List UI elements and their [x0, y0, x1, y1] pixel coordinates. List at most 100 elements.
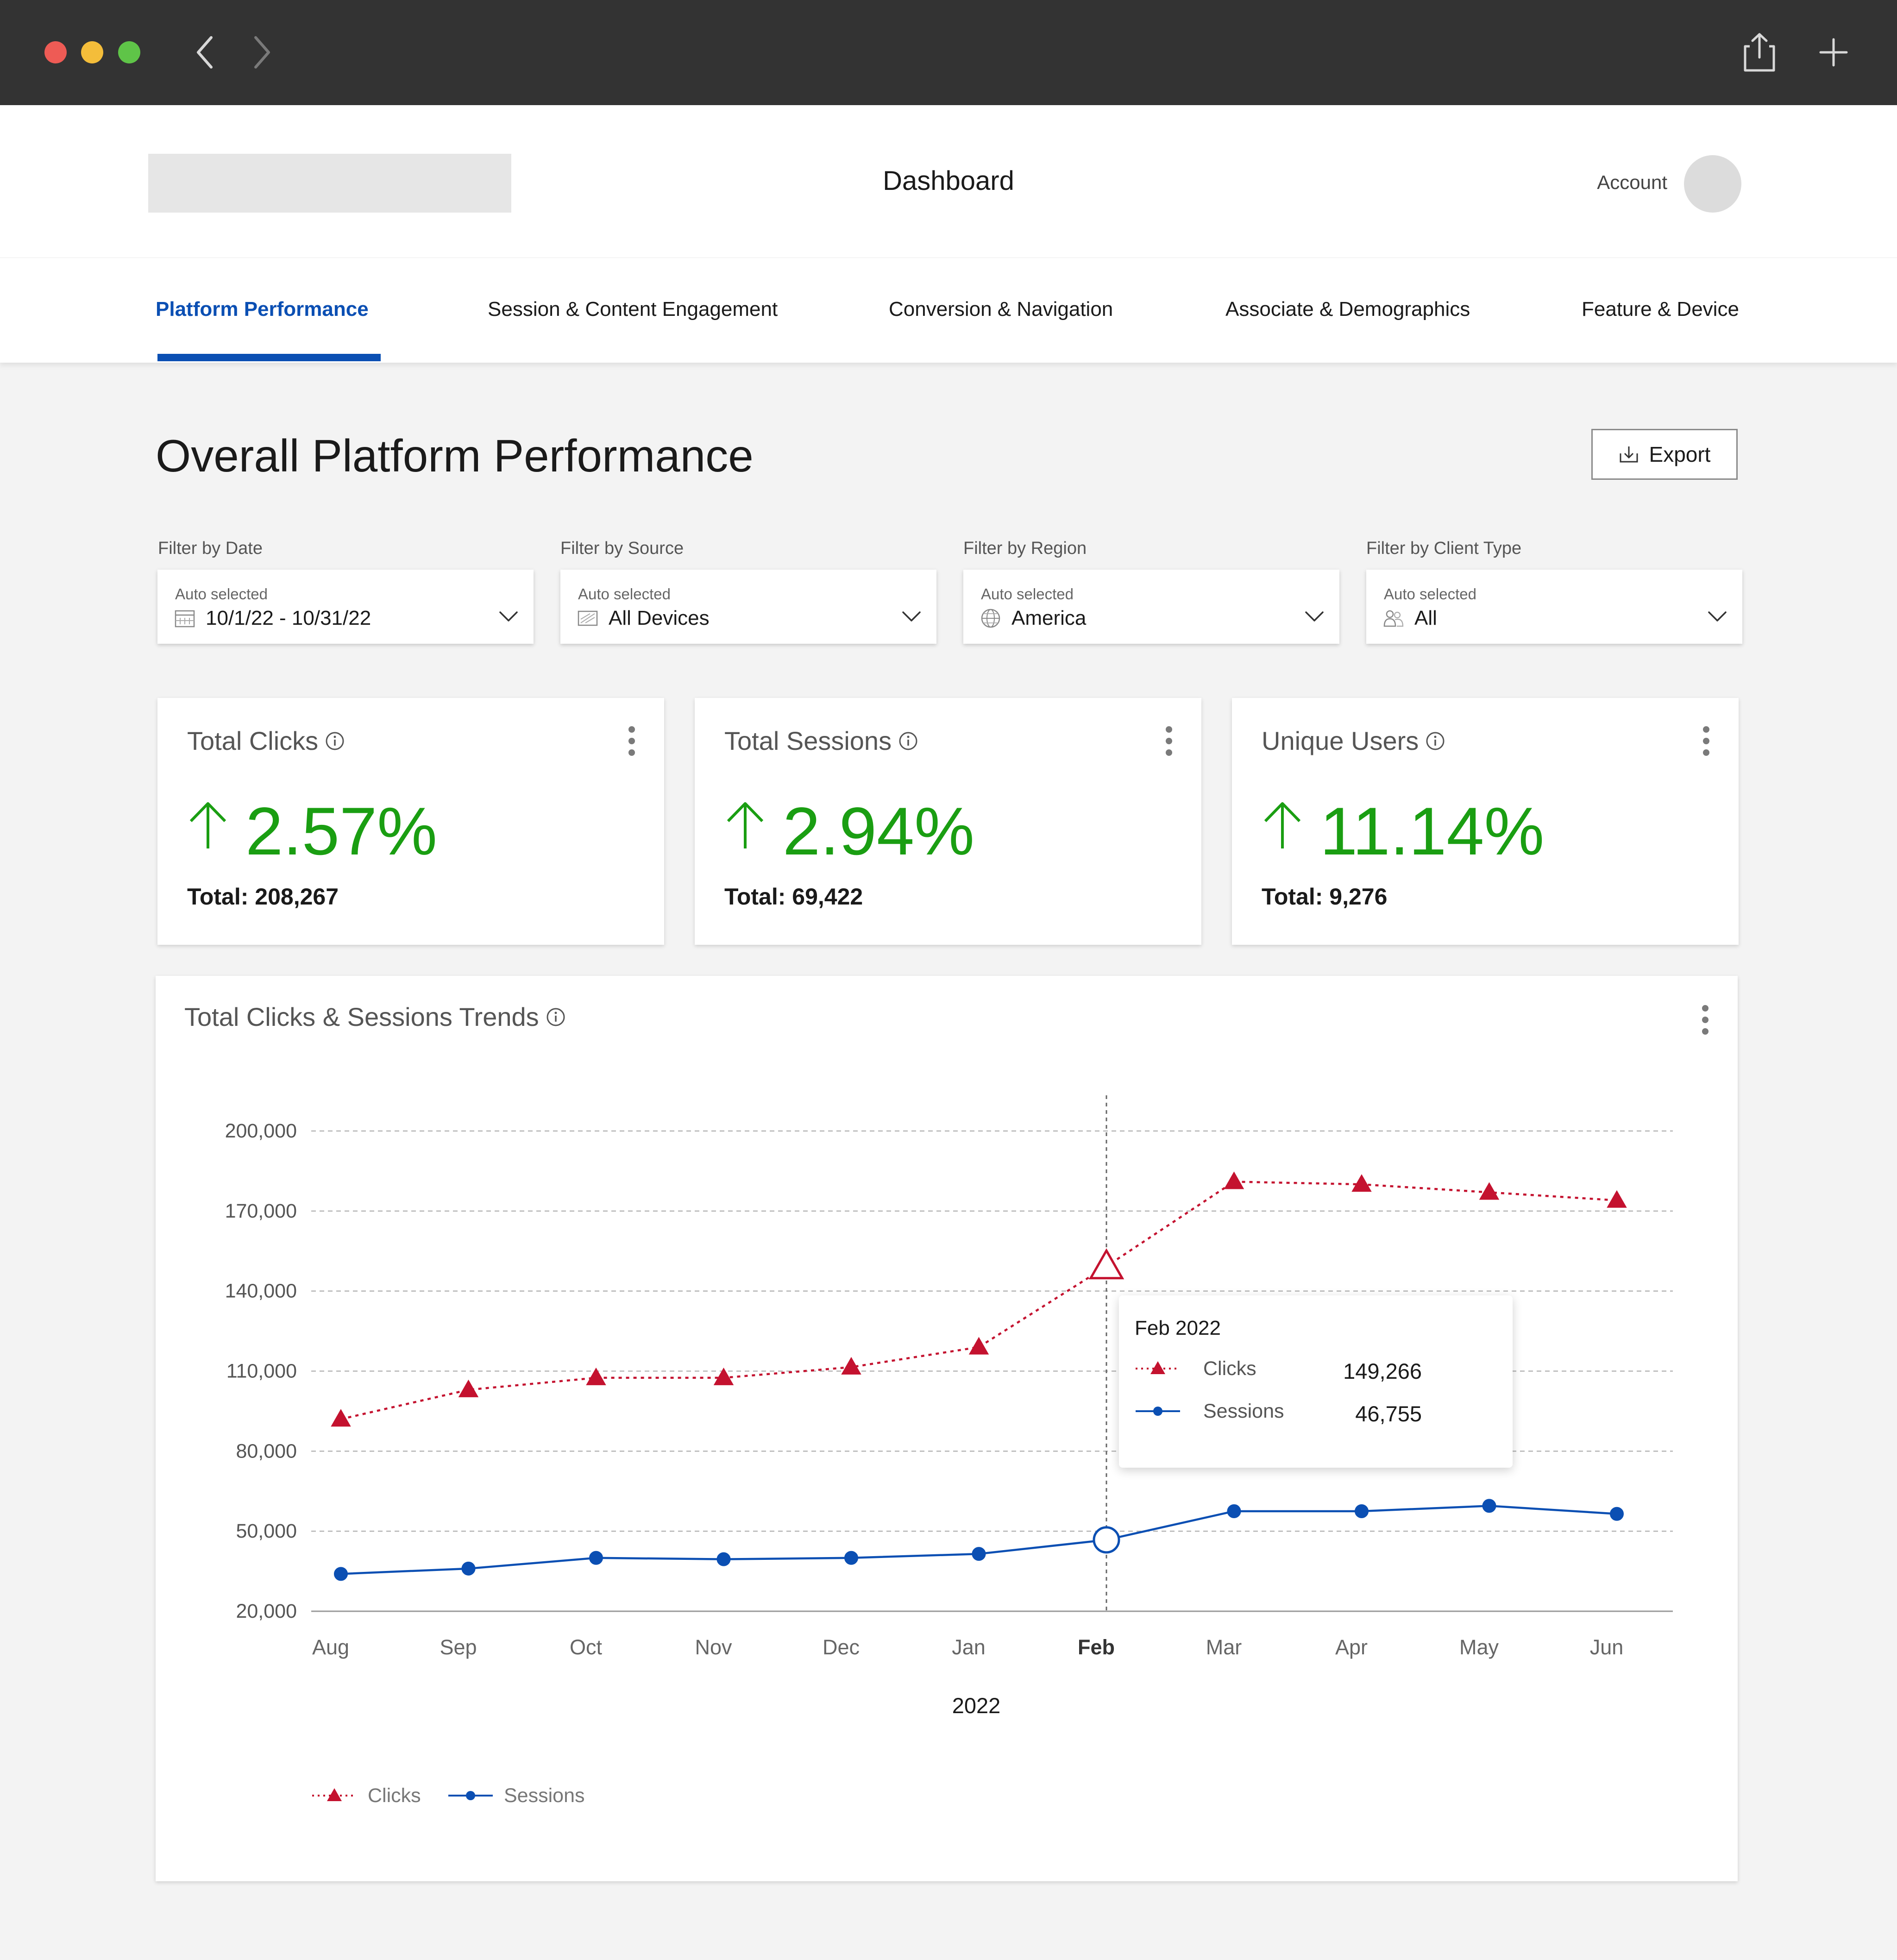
sessions-data-point: [1610, 1507, 1624, 1521]
y-tick-label: 80,000: [236, 1440, 297, 1462]
avatar[interactable]: [1684, 155, 1741, 213]
sessions-data-point: [1355, 1504, 1369, 1518]
sessions-legend-icon: [448, 1791, 493, 1800]
clicks-legend-icon: [312, 1788, 357, 1801]
tab-associate-demographics[interactable]: Associate & Demographics: [1225, 298, 1470, 321]
legend-item-clicks[interactable]: Clicks: [311, 1782, 421, 1809]
maximize-window-button[interactable]: [118, 41, 140, 63]
filter-source-value: All Devices: [609, 607, 710, 629]
kpi-change-value: 11.14%: [1320, 793, 1545, 869]
new-tab-button[interactable]: [1814, 32, 1853, 72]
chevron-right-icon: [254, 36, 270, 69]
tooltip-title: Feb 2022: [1135, 1317, 1221, 1339]
tab-feature-device[interactable]: Feature & Device: [1582, 298, 1739, 321]
y-tick-label: 170,000: [225, 1200, 297, 1222]
devices-icon: [578, 610, 598, 626]
kpi-title: Total Clicks: [187, 726, 319, 755]
x-tick-label: Aug: [312, 1635, 349, 1659]
filter-source-label: Filter by Source: [560, 539, 684, 558]
sessions-data-point: [1482, 1499, 1496, 1513]
clicks-data-point: [968, 1337, 989, 1355]
tooltip-series-value: 149,266: [1343, 1359, 1422, 1383]
filter-source-select[interactable]: Auto selected All Devices: [560, 570, 936, 644]
filter-auto-label: Auto selected: [1384, 585, 1476, 603]
legend-item-sessions[interactable]: Sessions: [447, 1782, 584, 1809]
y-tick-label: 110,000: [226, 1360, 297, 1382]
kpi-total: Total: 208,267: [187, 884, 339, 910]
globe-icon: [981, 609, 1000, 628]
tooltip-series-value: 46,755: [1355, 1401, 1422, 1426]
sessions-series-line: [340, 1505, 1617, 1575]
arrow-up-icon: [727, 802, 764, 848]
filter-region-select[interactable]: Auto selected America: [963, 570, 1339, 644]
tab-platform-performance[interactable]: Platform Performance: [156, 298, 369, 321]
y-tick-label: 140,000: [225, 1280, 297, 1302]
tab-session-content-engagement[interactable]: Session & Content Engagement: [488, 298, 778, 321]
filter-date-value: 10/1/22 - 10/31/22: [206, 607, 371, 629]
tab-conversion-navigation[interactable]: Conversion & Navigation: [889, 298, 1113, 321]
active-tab-indicator: [157, 354, 381, 361]
clicks-data-point: [1088, 1248, 1124, 1280]
info-icon[interactable]: [546, 1007, 566, 1027]
tooltip-row-clicks: Clicks 149,266: [1135, 1355, 1505, 1383]
clicks-data-point: [1479, 1182, 1500, 1200]
kpi-title: Unique Users: [1262, 726, 1419, 755]
calendar-icon: [175, 610, 195, 628]
logo-placeholder[interactable]: [148, 154, 511, 213]
section-title: Overall Platform Performance: [156, 430, 754, 481]
info-icon[interactable]: [1425, 731, 1445, 751]
chevron-left-icon: [197, 36, 213, 69]
back-button[interactable]: [185, 32, 225, 72]
filter-date-select[interactable]: Auto selected 10/1/22 - 10/31/22: [157, 570, 534, 644]
sessions-data-point: [461, 1561, 476, 1576]
sessions-data-point: [972, 1547, 986, 1561]
clicks-data-point: [1224, 1171, 1244, 1189]
chevron-down-icon: [1708, 611, 1727, 622]
account-link[interactable]: Account: [1528, 171, 1667, 194]
x-tick-label: Nov: [695, 1635, 732, 1659]
forward-button[interactable]: [242, 32, 282, 72]
sessions-data-point: [1093, 1526, 1120, 1554]
kpi-card-total-sessions: Total Sessions 2.94% Total: 69,422: [695, 698, 1201, 945]
arrow-up-icon: [1264, 802, 1301, 848]
legend-label: Clicks: [368, 1784, 421, 1807]
filter-auto-label: Auto selected: [981, 585, 1074, 603]
browser-chrome: [0, 0, 1897, 105]
info-icon[interactable]: [898, 731, 918, 751]
export-button[interactable]: Export: [1591, 429, 1738, 480]
x-tick-label: Sep: [440, 1635, 477, 1659]
chevron-down-icon: [1305, 611, 1324, 622]
filter-client-type-select[interactable]: Auto selected All: [1366, 570, 1742, 644]
clicks-data-point: [331, 1409, 351, 1427]
kpi-total: Total: 9,276: [1262, 884, 1388, 910]
x-tick-label: Oct: [570, 1635, 603, 1659]
more-vertical-icon[interactable]: [1701, 725, 1712, 757]
share-button[interactable]: [1740, 32, 1779, 72]
filter-auto-label: Auto selected: [578, 585, 671, 603]
more-vertical-icon[interactable]: [1163, 725, 1175, 757]
page-title: Dashboard: [883, 166, 1014, 196]
info-icon[interactable]: [325, 731, 345, 751]
chevron-down-icon: [902, 611, 921, 622]
tooltip-row-sessions: Sessions 46,755: [1135, 1397, 1505, 1426]
more-vertical-icon[interactable]: [1700, 1004, 1711, 1036]
minimize-window-button[interactable]: [81, 41, 103, 63]
clicks-legend-icon: [1136, 1361, 1180, 1374]
chart-title-wrap: Total Clicks & Sessions Trends: [184, 1002, 566, 1032]
filter-auto-label: Auto selected: [175, 585, 268, 603]
x-tick-label: Dec: [823, 1635, 860, 1659]
kpi-card-unique-users: Unique Users 11.14% Total: 9,276: [1232, 698, 1739, 945]
sessions-data-point: [334, 1567, 348, 1581]
app-header: Dashboard Account: [0, 105, 1897, 258]
more-vertical-icon[interactable]: [626, 725, 637, 757]
kpi-title-wrap: Total Sessions: [724, 726, 918, 756]
y-tick-label: 20,000: [236, 1600, 297, 1622]
sessions-data-point: [1227, 1504, 1241, 1518]
kpi-change-value: 2.94%: [783, 793, 974, 869]
close-window-button[interactable]: [44, 41, 67, 63]
kpi-change-value: 2.57%: [245, 793, 437, 869]
arrow-up-icon: [189, 802, 226, 848]
share-icon: [1744, 33, 1775, 72]
x-tick-label: Jun: [1590, 1635, 1624, 1659]
kpi-title-wrap: Total Clicks: [187, 726, 345, 756]
